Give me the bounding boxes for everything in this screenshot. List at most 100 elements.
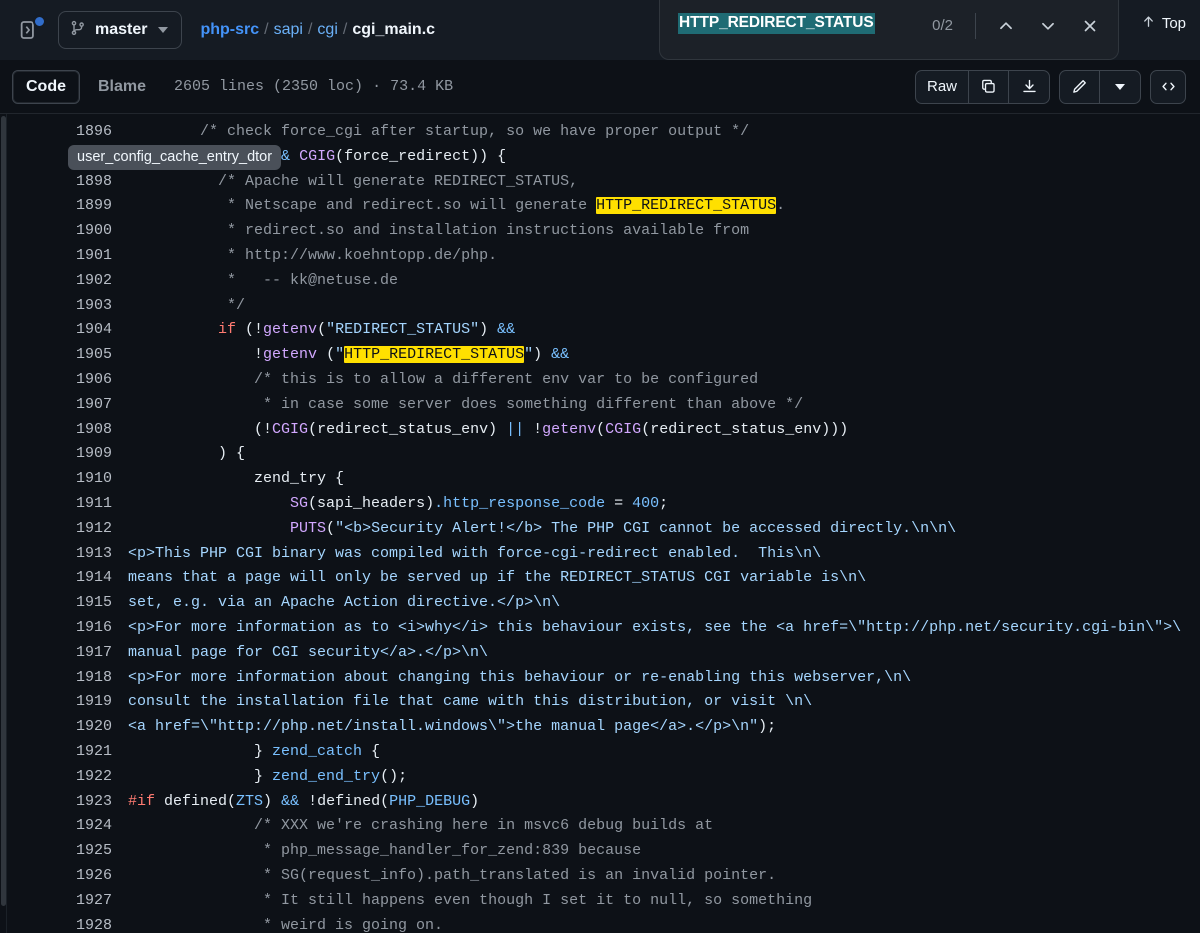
copy-icon[interactable] bbox=[969, 70, 1009, 103]
branch-selector-button[interactable]: master bbox=[58, 11, 183, 49]
tab-blame-label: Blame bbox=[98, 77, 147, 95]
code-token: } bbox=[128, 767, 273, 785]
code-token: (redirect_status_env) bbox=[308, 420, 507, 438]
line-content[interactable]: /* this is to allow a different env var … bbox=[112, 368, 1200, 393]
line-number[interactable]: 1909 bbox=[0, 442, 112, 467]
line-content[interactable]: manual page for CGI security</a>.</p>\n\ bbox=[112, 641, 1200, 666]
line-content[interactable]: SG(sapi_headers).http_response_code = 40… bbox=[112, 492, 1200, 517]
line-number[interactable]: 1923 bbox=[0, 790, 112, 815]
code-token: ) bbox=[479, 321, 498, 339]
find-input[interactable]: HTTP_REDIRECT_STATUS bbox=[678, 12, 922, 39]
line-number[interactable]: 1910 bbox=[0, 467, 112, 492]
back-to-top-button[interactable]: Top bbox=[1141, 14, 1186, 33]
line-content[interactable]: zend_try { bbox=[112, 467, 1200, 492]
line-content[interactable]: * SG(request_info).path_translated is an… bbox=[112, 864, 1200, 889]
line-content[interactable]: <p>For more information about changing t… bbox=[112, 666, 1200, 691]
line-content[interactable]: /* Apache will generate REDIRECT_STATUS, bbox=[112, 170, 1200, 195]
breadcrumb-repo-link[interactable]: php-src bbox=[200, 21, 259, 39]
line-number[interactable]: 1924 bbox=[0, 814, 112, 839]
line-number[interactable]: 1907 bbox=[0, 393, 112, 418]
code-line: 1911 SG(sapi_headers).http_response_code… bbox=[0, 492, 1200, 517]
breadcrumb-separator: / bbox=[342, 21, 348, 38]
line-number[interactable]: 1914 bbox=[0, 566, 112, 591]
code-token: && bbox=[551, 346, 570, 364]
line-content[interactable]: * weird is going on. bbox=[112, 914, 1200, 933]
line-content[interactable]: */ bbox=[112, 294, 1200, 319]
line-number[interactable]: 1925 bbox=[0, 839, 112, 864]
line-content[interactable]: * in case some server does something dif… bbox=[112, 393, 1200, 418]
line-number[interactable]: 1915 bbox=[0, 591, 112, 616]
line-content[interactable]: <p>For more information as to <i>why</i>… bbox=[112, 616, 1200, 641]
code-line: 1901 * http://www.koehntopp.de/php. bbox=[0, 244, 1200, 269]
line-number[interactable]: 1918 bbox=[0, 666, 112, 691]
line-number[interactable]: 1928 bbox=[0, 914, 112, 933]
line-number[interactable]: 1908 bbox=[0, 418, 112, 443]
line-number[interactable]: 1919 bbox=[0, 690, 112, 715]
pencil-edit-icon[interactable] bbox=[1060, 70, 1100, 103]
tab-blame[interactable]: Blame bbox=[84, 70, 160, 104]
line-content[interactable]: /* XXX we're crashing here in msvc6 debu… bbox=[112, 814, 1200, 839]
find-next-button[interactable] bbox=[1030, 9, 1066, 43]
code-token: /* XXX we're crashing here in msvc6 debu… bbox=[254, 817, 714, 835]
line-content[interactable]: * php_message_handler_for_zend:839 becau… bbox=[112, 839, 1200, 864]
vertical-scrollbar[interactable] bbox=[0, 114, 7, 933]
line-content[interactable]: if (!getenv("REDIRECT_STATUS") && bbox=[112, 318, 1200, 343]
line-number[interactable]: 1905 bbox=[0, 343, 112, 368]
line-content[interactable]: } zend_end_try(); bbox=[112, 765, 1200, 790]
line-content[interactable]: <p>This PHP CGI binary was compiled with… bbox=[112, 542, 1200, 567]
line-number[interactable]: 1911 bbox=[0, 492, 112, 517]
line-number[interactable]: 1901 bbox=[0, 244, 112, 269]
tab-code-label: Code bbox=[26, 77, 66, 95]
tab-code[interactable]: Code bbox=[12, 69, 80, 104]
vertical-scrollbar-thumb[interactable] bbox=[1, 116, 6, 906]
download-icon[interactable] bbox=[1009, 71, 1049, 103]
find-previous-button[interactable] bbox=[988, 9, 1024, 43]
line-content[interactable]: <a href=\"http://php.net/install.windows… bbox=[112, 715, 1200, 740]
line-content[interactable]: set, e.g. via an Apache Action directive… bbox=[112, 591, 1200, 616]
line-number[interactable]: 1896 bbox=[0, 120, 112, 145]
line-content[interactable]: * http://www.koehntopp.de/php. bbox=[112, 244, 1200, 269]
line-content[interactable]: /* check force_cgi after startup, so we … bbox=[112, 120, 1200, 145]
code-token: ( bbox=[317, 346, 336, 364]
line-content[interactable]: * -- kk@netuse.de bbox=[112, 269, 1200, 294]
sidebar-expand-icon[interactable] bbox=[14, 13, 48, 47]
line-content[interactable]: !getenv ("HTTP_REDIRECT_STATUS") && bbox=[112, 343, 1200, 368]
line-number[interactable]: 1899 bbox=[0, 194, 112, 219]
code-brackets-icon[interactable] bbox=[1150, 69, 1186, 104]
code-token: * SG(request_info).path_translated is an… bbox=[263, 866, 777, 884]
code-token: getenv bbox=[263, 346, 318, 364]
line-number[interactable]: 1900 bbox=[0, 219, 112, 244]
line-number[interactable]: 1927 bbox=[0, 889, 112, 914]
line-number[interactable]: 1903 bbox=[0, 294, 112, 319]
line-number[interactable]: 1917 bbox=[0, 641, 112, 666]
line-number[interactable]: 1913 bbox=[0, 542, 112, 567]
line-content[interactable]: #if defined(ZTS) && !defined(PHP_DEBUG) bbox=[112, 790, 1200, 815]
line-number[interactable]: 1904 bbox=[0, 318, 112, 343]
line-number[interactable]: 1926 bbox=[0, 864, 112, 889]
code-token: 400 bbox=[632, 494, 660, 512]
line-content[interactable]: PUTS("<b>Security Alert!</b> The PHP CGI… bbox=[112, 517, 1200, 542]
line-number[interactable]: 1916 bbox=[0, 616, 112, 641]
line-content[interactable]: } zend_catch { bbox=[112, 740, 1200, 765]
line-number[interactable]: 1921 bbox=[0, 740, 112, 765]
line-number[interactable]: 1922 bbox=[0, 765, 112, 790]
edit-dropdown-button[interactable] bbox=[1100, 71, 1140, 103]
line-content[interactable]: * Netscape and redirect.so will generate… bbox=[112, 194, 1200, 219]
line-number[interactable]: 1906 bbox=[0, 368, 112, 393]
line-number[interactable]: 1902 bbox=[0, 269, 112, 294]
line-number[interactable]: 1920 bbox=[0, 715, 112, 740]
line-content[interactable]: * It still happens even though I set it … bbox=[112, 889, 1200, 914]
line-number[interactable]: 1898 bbox=[0, 170, 112, 195]
file-stats-label: 2605 lines (2350 loc) · 73.4 KB bbox=[174, 78, 454, 95]
line-content[interactable]: (!CGIG(redirect_status_env) || !getenv(C… bbox=[112, 418, 1200, 443]
raw-button[interactable]: Raw bbox=[916, 70, 969, 103]
line-content[interactable]: consult the installation file that came … bbox=[112, 690, 1200, 715]
breadcrumb-dir-sapi[interactable]: sapi bbox=[274, 21, 303, 39]
line-number[interactable]: 1912 bbox=[0, 517, 112, 542]
line-content[interactable]: ) { bbox=[112, 442, 1200, 467]
line-content[interactable]: means that a page will only be served up… bbox=[112, 566, 1200, 591]
line-content[interactable]: * redirect.so and installation instructi… bbox=[112, 219, 1200, 244]
breadcrumb-dir-cgi[interactable]: cgi bbox=[317, 21, 337, 39]
find-close-button[interactable] bbox=[1072, 9, 1108, 43]
